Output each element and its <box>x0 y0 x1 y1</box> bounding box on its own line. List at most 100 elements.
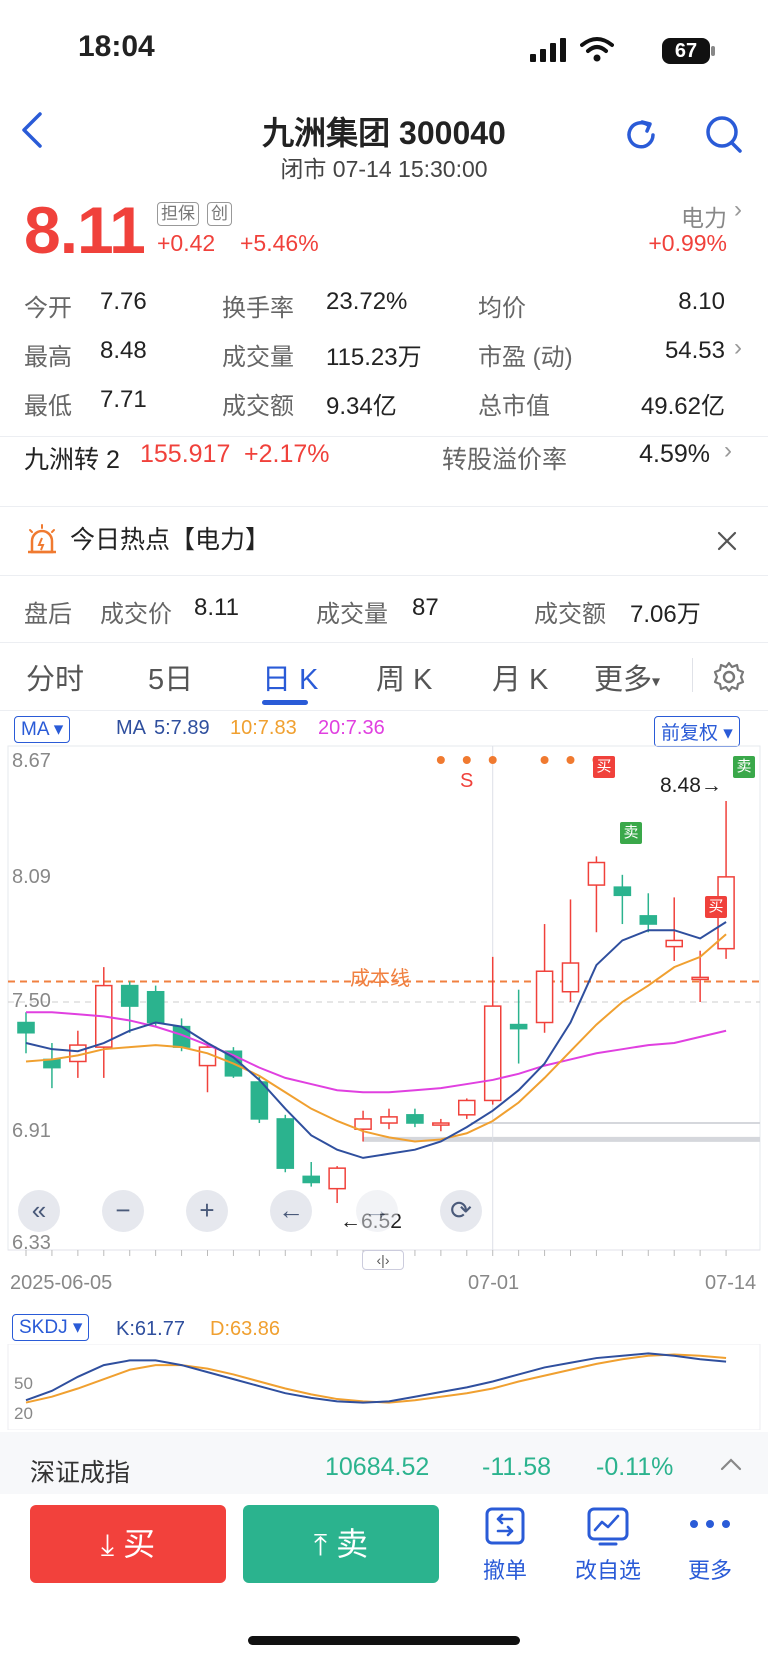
edit-watchlist-icon[interactable] <box>586 1506 630 1546</box>
search-icon[interactable] <box>704 114 744 156</box>
y-tick: 6.33 <box>12 1232 51 1254</box>
candle-body <box>406 1114 424 1124</box>
signal-dot <box>462 756 471 764</box>
high-label: 最高 <box>24 344 72 371</box>
ah-amount-value: 7.06万 <box>630 601 701 628</box>
tab-more[interactable]: 更多▾ <box>594 656 660 698</box>
signal-dot <box>436 756 445 764</box>
chevron-up-icon[interactable] <box>720 1457 742 1471</box>
sell-marker: 卖 <box>620 822 642 844</box>
battery-icon: 67 <box>662 38 710 64</box>
adjust-label: 前复权 <box>661 723 719 744</box>
y-tick: 8.09 <box>12 866 51 888</box>
scroll-left-button[interactable]: ← <box>270 1190 312 1232</box>
tag-gem: 创 <box>207 202 232 226</box>
tab-monthly-k[interactable]: 月 K <box>492 656 548 698</box>
sell-marker: 卖 <box>733 756 755 778</box>
ma-select[interactable]: MA ▾ <box>14 716 71 743</box>
buy-button[interactable]: ⤓ 买 <box>30 1505 226 1583</box>
ah-price-label: 成交价 <box>100 601 172 628</box>
ah-volume-label: 成交量 <box>316 601 388 628</box>
convertible-name[interactable]: 九洲转 2 <box>24 440 120 476</box>
reset-button[interactable]: ⟳ <box>440 1190 482 1232</box>
zoom-in-button[interactable]: + <box>186 1190 228 1232</box>
sell-icon: ⤒ <box>313 1529 328 1562</box>
open-value: 7.76 <box>100 288 147 315</box>
sell-label: 卖 <box>336 1526 369 1562</box>
ma-label: MA <box>116 717 146 739</box>
alarm-icon <box>28 524 56 554</box>
buy-marker: 买 <box>705 896 727 918</box>
fast-back-button[interactable]: « <box>18 1190 60 1232</box>
market-cap-value: 49.62亿 <box>640 393 725 420</box>
settings-icon[interactable] <box>712 660 746 694</box>
tag-guarantee: 担保 <box>157 202 199 226</box>
candle-body <box>432 1122 450 1126</box>
signal-s: S <box>460 770 474 792</box>
tab-intraday[interactable]: 分时 <box>26 656 84 698</box>
buy-icon: ⤓ <box>100 1529 115 1562</box>
refresh-icon[interactable] <box>622 116 660 154</box>
pe-value[interactable]: 54.53 <box>560 337 725 365</box>
sector-change: +0.99% <box>648 230 727 256</box>
tab-weekly-k[interactable]: 周 K <box>376 656 432 698</box>
skdj-chart <box>7 1344 761 1430</box>
candle-body <box>302 1175 321 1184</box>
adjust-select[interactable]: 前复权 ▾ <box>654 716 740 747</box>
tab-active-indicator <box>262 700 308 705</box>
candle-body <box>328 1167 346 1190</box>
buy-marker: 买 <box>593 756 615 778</box>
zoom-out-button[interactable]: − <box>102 1190 144 1232</box>
edit-watchlist-label[interactable]: 改自选 <box>568 1553 648 1585</box>
candle-body <box>639 915 658 925</box>
candle-body <box>509 1023 528 1030</box>
more-label[interactable]: 更多 <box>670 1553 750 1585</box>
skdj-k-value: K:61.77 <box>116 1318 185 1340</box>
more-icon[interactable] <box>688 1518 732 1530</box>
index-name: 深证成指 <box>30 1459 131 1487</box>
tab-5day[interactable]: 5日 <box>148 656 193 698</box>
status-time: 18:04 <box>78 30 155 63</box>
candle-body <box>354 1118 372 1130</box>
ma5-value: 5:7.89 <box>154 717 210 739</box>
signal-dot <box>566 756 575 764</box>
volume-value: 115.23万 <box>326 344 422 371</box>
candle-body <box>17 1021 35 1034</box>
convertible-change: +2.17% <box>244 440 330 468</box>
ma-select-label: MA <box>21 719 49 740</box>
sector-link[interactable]: 电力 <box>600 199 727 233</box>
index-value: 10684.52 <box>325 1453 430 1481</box>
x-tick: 2025-06-05 <box>10 1272 113 1294</box>
candle-body <box>483 1005 502 1102</box>
turnover-value: 23.72% <box>326 288 408 315</box>
scroll-right-button[interactable]: → <box>356 1190 398 1232</box>
candle-body <box>691 976 709 981</box>
high-value: 8.48 <box>100 337 147 364</box>
chart-frame <box>7 745 761 1251</box>
premium-value[interactable]: 4.59% <box>560 440 710 469</box>
battery-tip <box>711 46 715 56</box>
caret-down-icon: ▾ <box>652 673 661 691</box>
high-annotation: 8.48→ <box>660 774 722 797</box>
home-indicator <box>248 1636 520 1645</box>
y-tick: 6.91 <box>12 1120 51 1142</box>
cancel-order-label[interactable]: 撤单 <box>465 1553 545 1585</box>
convertible-price: 155.917 <box>140 440 231 468</box>
hot-topic[interactable]: 今日热点【电力】 <box>70 520 270 556</box>
ma10-value: 10:7.83 <box>230 717 297 739</box>
price-change-pct: +5.46% <box>240 230 319 256</box>
skdj-select[interactable]: SKDJ ▾ <box>12 1314 90 1341</box>
candle-body <box>613 886 632 897</box>
signal-icon <box>530 38 566 62</box>
skdj-frame <box>7 1344 761 1430</box>
drag-handle-icon[interactable]: ‹|› <box>362 1250 404 1270</box>
tab-daily-k[interactable]: 日 K <box>262 656 318 698</box>
sell-button[interactable]: ⤒ 卖 <box>243 1505 439 1583</box>
sector-name: 电力 <box>681 205 727 231</box>
close-icon[interactable] <box>716 530 738 552</box>
low-label: 最低 <box>24 393 72 420</box>
cancel-order-icon[interactable] <box>484 1506 526 1546</box>
last-price: 8.11 <box>24 193 146 267</box>
market-status: 闭市 07-14 15:30:00 <box>280 156 488 182</box>
ah-price-value: 8.11 <box>194 594 239 621</box>
